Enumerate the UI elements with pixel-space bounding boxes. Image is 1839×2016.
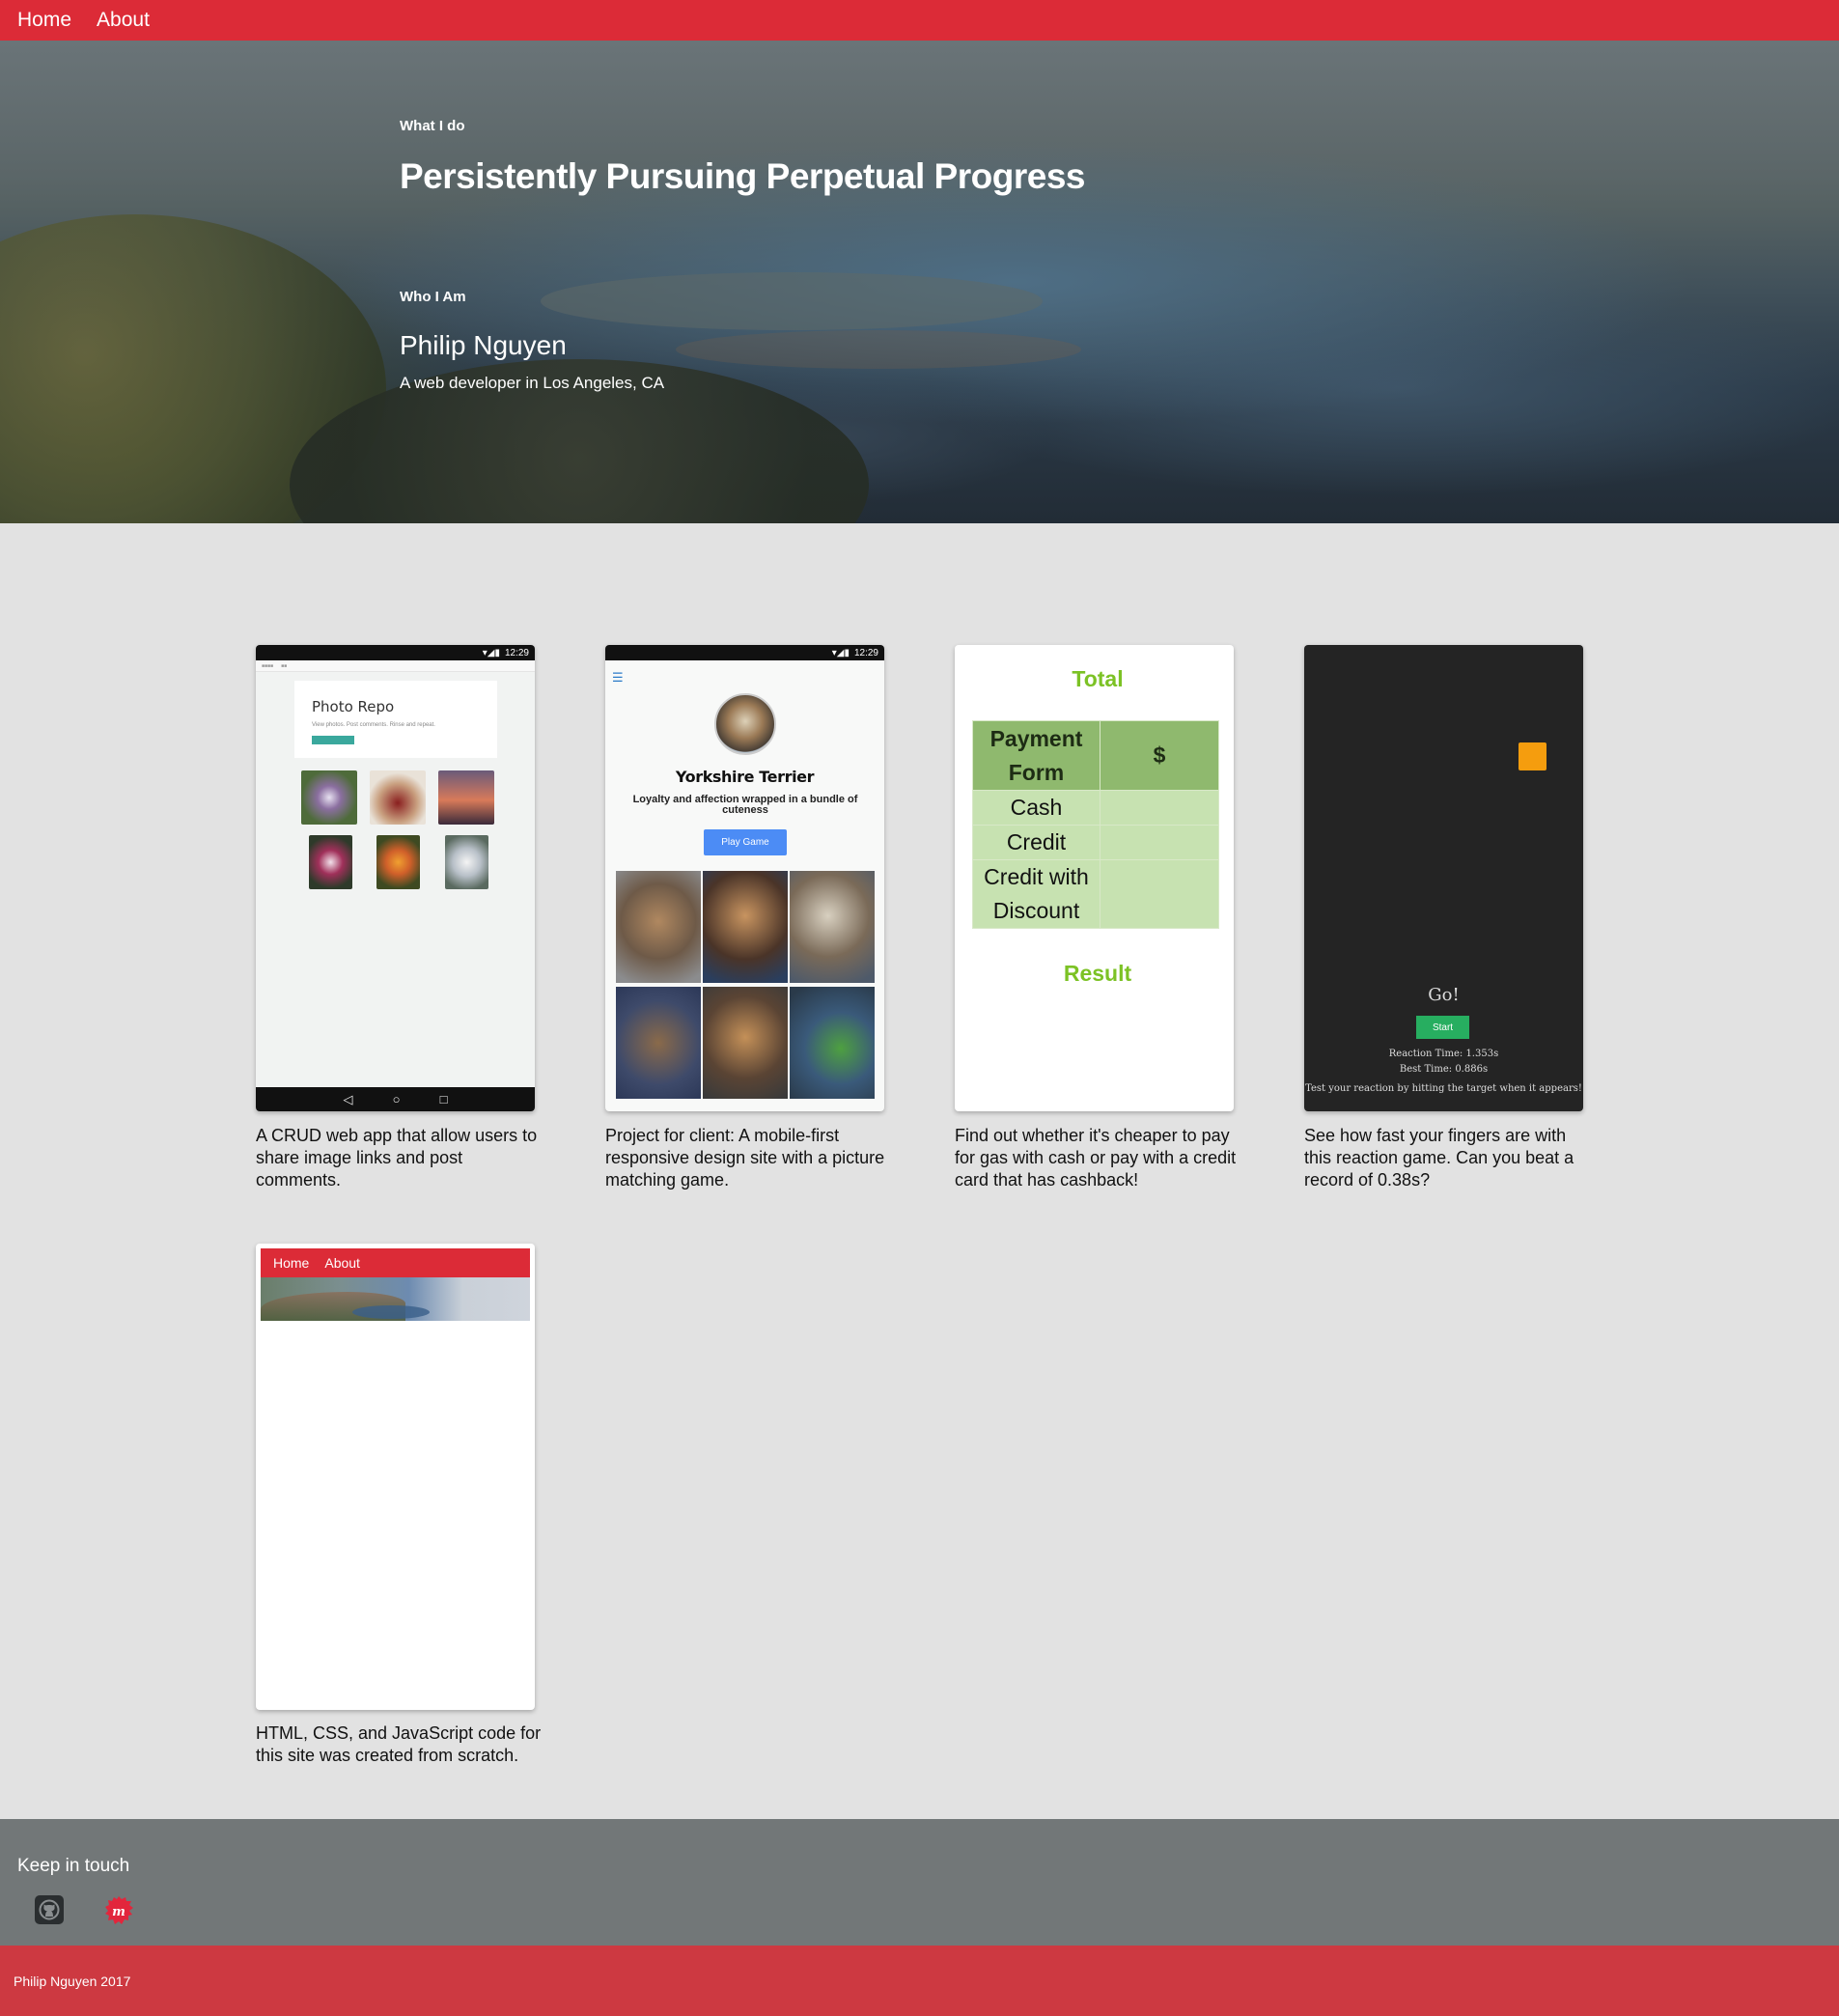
dog-photo bbox=[616, 987, 701, 1099]
hero-headline: Persistently Pursuing Perpetual Progress bbox=[400, 156, 1085, 196]
hero-town-image bbox=[676, 330, 1081, 369]
photo-repo-jumbotron: Photo Repo View photos. Post comments. R… bbox=[294, 681, 497, 758]
android-nav-bar: ◁ ○ □ bbox=[256, 1087, 535, 1111]
hero-name: Philip Nguyen bbox=[400, 330, 567, 360]
top-nav: Home About bbox=[0, 0, 1839, 41]
status-time: 12:29 bbox=[504, 647, 529, 658]
payment-table: Payment Form $ Cash Credit Credit with D… bbox=[972, 720, 1219, 929]
project-caption-gas-calculator: Find out whether it's cheaper to pay for… bbox=[955, 1126, 1237, 1190]
project-card-gas-calculator[interactable]: Total Payment Form $ Cash Credit Credit … bbox=[955, 645, 1234, 1111]
svg-text:m: m bbox=[112, 1905, 125, 1919]
footer: Keep in touch bbox=[0, 1819, 1839, 1946]
yorkie-title: Yorkshire Terrier bbox=[675, 768, 815, 786]
dog-photo bbox=[790, 871, 875, 983]
mini-site-nav: Home About bbox=[261, 1248, 530, 1277]
copyright-bar: Philip Nguyen 2017 bbox=[0, 1946, 1839, 2016]
back-icon: ◁ bbox=[343, 1091, 353, 1106]
reaction-game-instructions: Test your reaction by hitting the target… bbox=[1305, 1083, 1582, 1094]
photo-thumbnail bbox=[438, 770, 494, 825]
photo-repo-title: Photo Repo bbox=[312, 698, 395, 715]
table-header-dollar: $ bbox=[1100, 720, 1219, 791]
mini-hero-sea bbox=[352, 1305, 430, 1319]
project-card-photo-repo[interactable]: ▾◢▮ 12:29 ■■■■ ■■ Photo Repo View photos.… bbox=[256, 645, 535, 1111]
table-header-payment-form: Payment Form bbox=[972, 720, 1101, 791]
table-row: Credit bbox=[972, 825, 1219, 860]
mini-nav-home: Home bbox=[273, 1255, 310, 1271]
table-cell-credit-discount: Credit with Discount bbox=[972, 859, 1101, 929]
yorkie-subtitle: Loyalty and affection wrapped in a bundl… bbox=[632, 794, 858, 816]
reaction-time-readout: Reaction Time: 1.353s bbox=[1388, 1049, 1499, 1059]
table-row: Credit with Discount bbox=[972, 859, 1219, 929]
project-card-this-site[interactable]: Home About bbox=[256, 1244, 535, 1710]
photo-thumbnail bbox=[301, 770, 357, 825]
go-label: Go! bbox=[1428, 985, 1460, 1005]
photo-thumbnail bbox=[309, 835, 352, 889]
recents-icon: □ bbox=[439, 1092, 448, 1106]
status-time: 12:29 bbox=[853, 647, 878, 658]
phone-status-bar: ▾◢▮ 12:29 bbox=[605, 645, 884, 660]
mini-app-nav: ■■■■ ■■ bbox=[256, 660, 535, 672]
photo-thumbnail bbox=[376, 835, 420, 889]
best-time-readout: Best Time: 0.886s bbox=[1399, 1064, 1489, 1075]
project-card-yorkie[interactable]: ▾◢▮ 12:29 ☰ Yorkshire Terrier Loyalty an… bbox=[605, 645, 884, 1111]
result-heading: Result bbox=[1063, 961, 1132, 986]
phone-status-bar: ▾◢▮ 12:29 bbox=[256, 645, 535, 660]
project-caption-this-site: HTML, CSS, and JavaScript code for this … bbox=[256, 1723, 542, 1765]
dog-photo bbox=[703, 871, 788, 983]
photo-thumbnail bbox=[370, 770, 426, 825]
dog-photo bbox=[703, 987, 788, 1099]
photo-repo-button bbox=[312, 736, 354, 744]
mini-site-hero-image bbox=[261, 1277, 530, 1321]
table-header-row: Payment Form $ bbox=[972, 720, 1219, 791]
project-caption-photo-repo: A CRUD web app that allow users to share… bbox=[256, 1126, 538, 1190]
github-icon[interactable] bbox=[35, 1895, 64, 1924]
meetup-icon[interactable]: m bbox=[103, 1895, 134, 1926]
project-card-reaction-game[interactable]: Go! Start Reaction Time: 1.353s Best Tim… bbox=[1304, 645, 1583, 1111]
hero-eyebrow-who: Who I Am bbox=[400, 289, 466, 305]
hero-banner: What I do Persistently Pursuing Perpetua… bbox=[0, 41, 1839, 523]
photo-repo-subtitle: View photos. Post comments. Rinse and re… bbox=[312, 722, 435, 728]
hero-ridge-image bbox=[541, 272, 1043, 330]
table-cell-cash: Cash bbox=[972, 790, 1101, 826]
table-cell-empty bbox=[1100, 825, 1219, 860]
play-game-button: Play Game bbox=[704, 829, 787, 855]
reaction-target-square bbox=[1519, 742, 1546, 770]
hero-eyebrow: What I do bbox=[400, 118, 465, 134]
table-cell-credit: Credit bbox=[972, 825, 1101, 860]
keep-in-touch-heading: Keep in touch bbox=[17, 1856, 130, 1876]
nav-home-link[interactable]: Home bbox=[17, 9, 71, 32]
hamburger-menu-icon: ☰ bbox=[612, 670, 624, 685]
project-caption-reaction-game: See how fast your fingers are with this … bbox=[1304, 1126, 1574, 1190]
table-cell-empty bbox=[1100, 859, 1219, 929]
wifi-icon: ▾◢▮ bbox=[831, 647, 850, 658]
table-cell-empty bbox=[1100, 790, 1219, 826]
dog-photo bbox=[790, 987, 875, 1099]
copyright-text: Philip Nguyen 2017 bbox=[14, 1973, 131, 1989]
total-heading: Total bbox=[1072, 666, 1124, 691]
project-caption-yorkie: Project for client: A mobile-first respo… bbox=[605, 1126, 885, 1190]
start-button: Start bbox=[1416, 1016, 1469, 1039]
photo-thumbnail bbox=[445, 835, 488, 889]
wifi-icon: ▾◢▮ bbox=[482, 647, 500, 658]
dog-photo bbox=[616, 871, 701, 983]
nav-about-link[interactable]: About bbox=[97, 9, 150, 32]
hero-tagline: A web developer in Los Angeles, CA bbox=[400, 374, 665, 392]
table-row: Cash bbox=[972, 790, 1219, 826]
home-circle-icon: ○ bbox=[392, 1092, 401, 1106]
mini-nav-about: About bbox=[324, 1255, 360, 1271]
dog-avatar bbox=[714, 693, 776, 755]
